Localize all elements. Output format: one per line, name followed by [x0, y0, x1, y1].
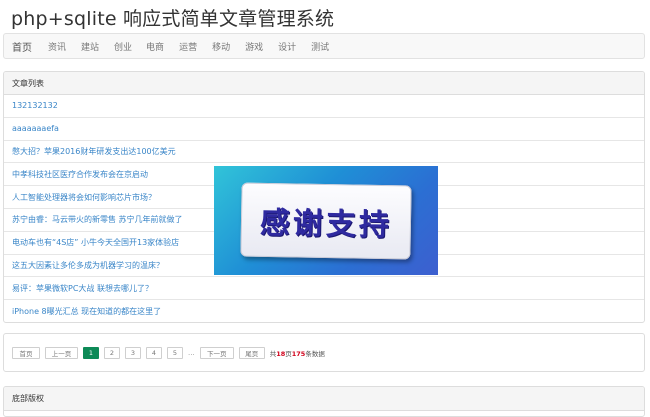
pagination-summary: 共18页175条数据	[270, 348, 325, 358]
article-link[interactable]: 憋大招？苹果2016财年研发支出达100亿美元	[12, 146, 176, 157]
page-button-1[interactable]: 1	[83, 346, 99, 359]
thanks-support-image: 感谢支持	[214, 166, 438, 275]
page-button-2[interactable]: 2	[104, 346, 120, 359]
article-link[interactable]: 132132132	[12, 101, 58, 110]
summary-total-suffix: 条数据	[305, 349, 325, 358]
next-page-button[interactable]: 下一页	[199, 346, 234, 359]
nav-item-home[interactable]: 首页	[12, 39, 32, 54]
nav-item-build[interactable]: 建站	[81, 40, 99, 53]
article-link[interactable]: 中孝科技社区医疗合作发布会在京启动	[12, 169, 148, 180]
list-item: 憋大招？苹果2016财年研发支出达100亿美元	[4, 141, 644, 164]
list-item: aaaaaaaefa	[4, 118, 644, 141]
list-item: 132132132	[4, 95, 644, 118]
pagination: 首页 上一页 1 2 3 4 5 ... 下一页 尾页 共18页175条数据	[12, 346, 325, 359]
article-link[interactable]: 电动车也有“4S店” 小牛今天全国开13家体验店	[12, 237, 179, 248]
first-page-button[interactable]: 首页	[12, 346, 40, 359]
article-link[interactable]: 易评：苹果微软PC大战 联想去哪儿了？	[12, 283, 153, 294]
article-link[interactable]: 这五大因素让多伦多成为机器学习的温床？	[12, 260, 164, 271]
nav-item-startup[interactable]: 创业	[114, 40, 132, 53]
list-item: 易评：苹果微软PC大战 联想去哪儿了？	[4, 277, 644, 301]
article-link[interactable]: 人工智能处理器将会如何影响芯片市场？	[12, 192, 156, 203]
page-button-3[interactable]: 3	[125, 346, 141, 359]
article-list-heading: 文章列表	[4, 72, 644, 95]
nav-item-mobile[interactable]: 移动	[212, 40, 230, 53]
page-button-4[interactable]: 4	[146, 346, 162, 359]
nav-item-news[interactable]: 资讯	[48, 40, 66, 53]
page-button-5[interactable]: 5	[167, 346, 183, 359]
prev-page-button[interactable]: 上一页	[45, 346, 78, 359]
thanks-text: 感谢支持	[259, 205, 393, 243]
summary-pages-count: 18	[276, 349, 286, 358]
list-item: iPhone 8曝光汇总 现在知道的都在这里了	[4, 300, 644, 322]
article-link[interactable]: iPhone 8曝光汇总 现在知道的都在这里了	[12, 306, 161, 317]
nav-item-design[interactable]: 设计	[278, 40, 296, 53]
nav-item-games[interactable]: 游戏	[245, 40, 263, 53]
nav-item-operation[interactable]: 运营	[179, 40, 197, 53]
article-link[interactable]: 苏宁由睿：马云带火的新零售 苏宁几年前就做了	[12, 214, 183, 225]
summary-total-count: 175	[291, 349, 306, 358]
pagination-ellipsis: ...	[188, 348, 195, 357]
footer-panel: 底部版权	[3, 386, 645, 417]
top-navbar: 首页 资讯 建站 创业 电商 运营 移动 游戏 设计 测试	[3, 33, 645, 59]
nav-item-ecommerce[interactable]: 电商	[146, 40, 164, 53]
nav-item-test[interactable]: 测试	[311, 40, 329, 53]
site-title: php+sqlite 响应式简单文章管理系统	[11, 8, 335, 30]
footer-heading: 底部版权	[4, 387, 644, 411]
last-page-button[interactable]: 尾页	[238, 346, 265, 359]
article-link[interactable]: aaaaaaaefa	[12, 124, 59, 133]
thanks-card: 感谢支持	[240, 182, 412, 259]
pagination-panel: 首页 上一页 1 2 3 4 5 ... 下一页 尾页 共18页175条数据	[3, 333, 645, 372]
